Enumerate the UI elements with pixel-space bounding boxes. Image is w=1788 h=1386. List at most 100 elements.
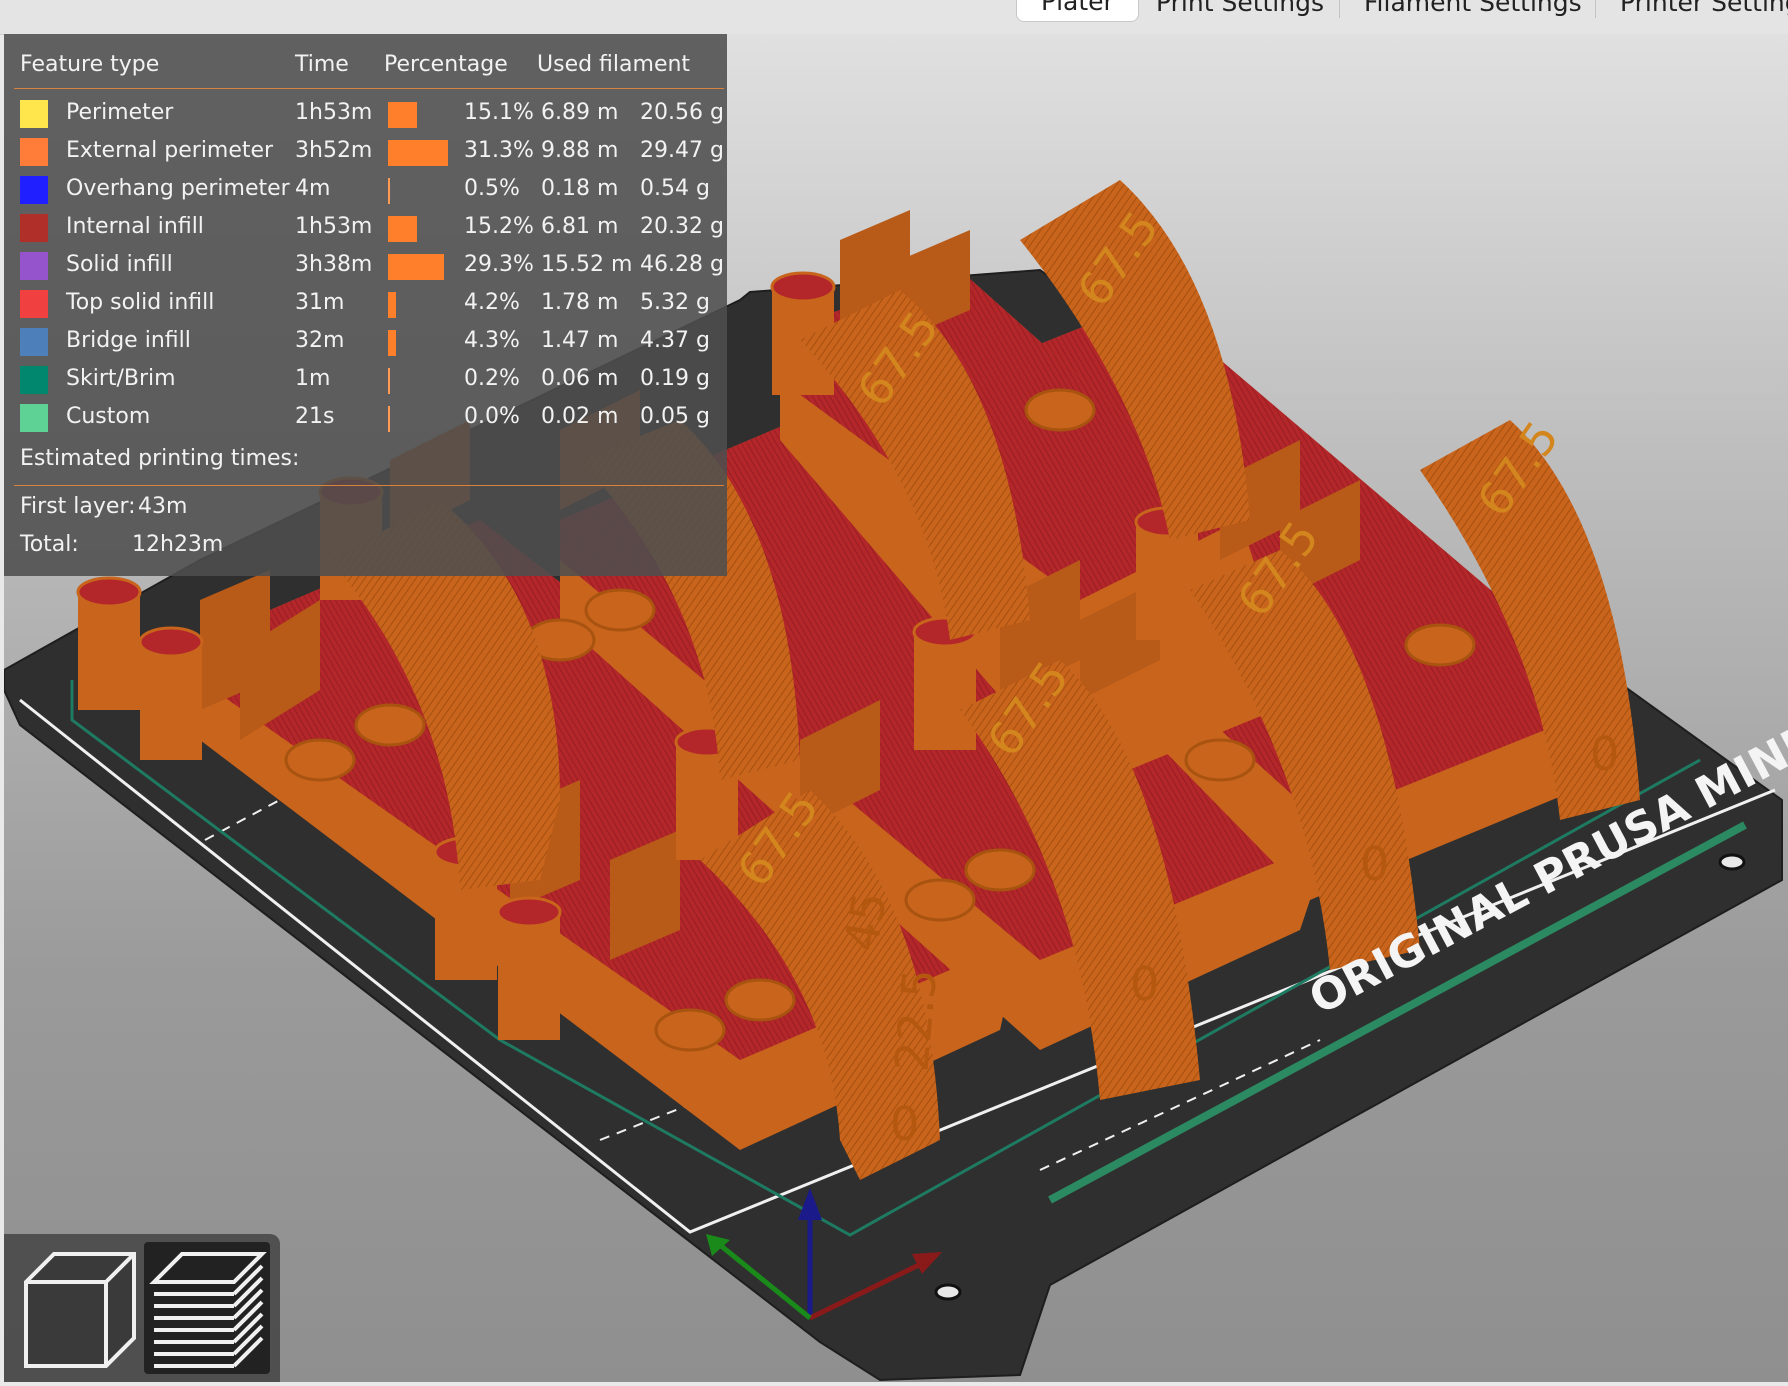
legend-feature-name: Skirt/Brim	[66, 366, 176, 391]
base-hole	[724, 978, 796, 1022]
legend-row: Perimeter 1h53m 15.1% 6.89 m 20.56 g	[4, 98, 727, 132]
view-toggle	[4, 1234, 280, 1382]
legend-color-swatch	[20, 138, 48, 166]
legend-percentage-bar	[388, 292, 397, 318]
first-layer-value: 43m	[138, 494, 188, 519]
legend-percentage: 15.1%	[464, 100, 534, 125]
tab-bar: Plater Print Settings Filament Settings …	[0, 0, 1788, 35]
part-label: 0	[1360, 837, 1389, 891]
cylinder	[78, 590, 140, 710]
layers-view-icon	[149, 1252, 267, 1368]
header-feature-type: Feature type	[20, 52, 160, 77]
cylinder	[498, 910, 560, 1040]
legend-row: Overhang perimeter 4m 0.5% 0.18 m 0.54 g	[4, 174, 727, 208]
base-hole	[284, 738, 356, 782]
legend-percentage: 4.2%	[464, 290, 520, 315]
legend-percentage-bar	[388, 254, 445, 280]
legend-percentage: 15.2%	[464, 214, 534, 239]
legend-row: Skirt/Brim 1m 0.2% 0.06 m 0.19 g	[4, 364, 727, 398]
legend-length: 1.78 m	[541, 290, 619, 315]
cylinder-top	[76, 576, 142, 608]
legend-color-swatch	[20, 366, 48, 394]
legend-length: 1.47 m	[541, 328, 619, 353]
cylinder	[1136, 520, 1198, 640]
legend-color-swatch	[20, 404, 48, 432]
legend-feature-name: External perimeter	[66, 138, 274, 163]
tab-print-settings[interactable]: Print Settings	[1132, 0, 1348, 20]
first-layer-label: First layer:	[20, 494, 136, 519]
legend-color-swatch	[20, 176, 48, 204]
layers-view-button[interactable]	[144, 1242, 270, 1374]
legend-row: External perimeter 3h52m 31.3% 9.88 m 29.47 …	[4, 136, 727, 170]
total-label: Total:	[20, 532, 79, 557]
legend-feature-name: Internal infill	[66, 214, 204, 239]
3d-view-icon	[24, 1252, 136, 1368]
legend-length: 6.81 m	[541, 214, 619, 239]
bed-hole	[934, 1283, 962, 1301]
cylinder	[140, 640, 202, 760]
cylinder-top	[770, 271, 836, 303]
3d-view-button[interactable]	[16, 1242, 142, 1374]
tab-filament-settings[interactable]: Filament Settings	[1340, 0, 1606, 20]
legend-feature-name: Custom	[66, 404, 151, 429]
legend-time: 31m	[295, 290, 345, 315]
base-hole	[964, 848, 1036, 892]
legend-length: 0.06 m	[541, 366, 619, 391]
tab-printer-settings[interactable]: Printer Settings	[1596, 0, 1788, 20]
header-used-filament: Used filament	[537, 52, 691, 77]
legend-time: 32m	[295, 328, 345, 353]
legend-row: Internal infill 1h53m 15.2% 6.81 m 20.32 g	[4, 212, 727, 246]
legend-time: 1h53m	[295, 214, 373, 239]
legend-percentage: 0.0%	[464, 404, 520, 429]
legend-weight: 20.56 g	[640, 100, 724, 125]
estimated-printing-times-label: Estimated printing times:	[20, 446, 300, 471]
cylinder-top	[496, 896, 562, 928]
legend-weight: 0.19 g	[640, 366, 710, 391]
legend-percentage: 4.3%	[464, 328, 520, 353]
legend-feature-name: Overhang perimeter	[66, 176, 290, 201]
legend-feature-name: Bridge infill	[66, 328, 191, 353]
legend-weight: 29.47 g	[640, 138, 724, 163]
header-percentage: Percentage	[384, 52, 508, 77]
legend-color-swatch	[20, 214, 48, 242]
part-label: 22.5	[884, 967, 947, 1074]
legend-percentage-bar	[388, 216, 418, 242]
base-hole	[1404, 623, 1476, 667]
legend-percentage: 0.2%	[464, 366, 520, 391]
legend-time: 4m	[295, 176, 331, 201]
base-hole	[1184, 738, 1256, 782]
cylinder	[914, 630, 976, 750]
legend-weight: 20.32 g	[640, 214, 724, 239]
legend-weight: 46.28 g	[640, 252, 724, 277]
legend-length: 0.02 m	[541, 404, 619, 429]
legend-feature-name: Perimeter	[66, 100, 174, 125]
legend-weight: 5.32 g	[640, 290, 710, 315]
header-time: Time	[295, 52, 349, 77]
legend-divider	[14, 88, 724, 89]
legend-percentage: 0.5%	[464, 176, 520, 201]
legend-percentage-bar	[388, 102, 417, 128]
legend-feature-name: Solid infill	[66, 252, 173, 277]
tab-plater[interactable]: Plater	[1016, 0, 1139, 22]
legend-length: 0.18 m	[541, 176, 619, 201]
legend-time: 1h53m	[295, 100, 373, 125]
total-value: 12h23m	[132, 532, 224, 557]
legend-row: Bridge infill 32m 4.3% 1.47 m 4.37 g	[4, 326, 727, 360]
base-hole	[354, 703, 426, 747]
legend-percentage-bar	[388, 406, 390, 432]
legend-color-swatch	[20, 328, 48, 356]
legend-length: 6.89 m	[541, 100, 619, 125]
legend-divider	[14, 485, 724, 486]
legend-percentage-bar	[388, 330, 397, 356]
legend-percentage-bar	[388, 368, 390, 394]
base-hole	[1024, 388, 1096, 432]
legend-percentage-bar	[388, 140, 448, 166]
legend-percentage-bar	[388, 178, 390, 204]
legend-time: 3h52m	[295, 138, 373, 163]
legend-time: 1m	[295, 366, 331, 391]
legend-time: 3h38m	[295, 252, 373, 277]
legend-weight: 0.54 g	[640, 176, 710, 201]
part-label: 45	[834, 888, 897, 955]
legend-percentage: 31.3%	[464, 138, 534, 163]
legend-time: 21s	[295, 404, 335, 429]
